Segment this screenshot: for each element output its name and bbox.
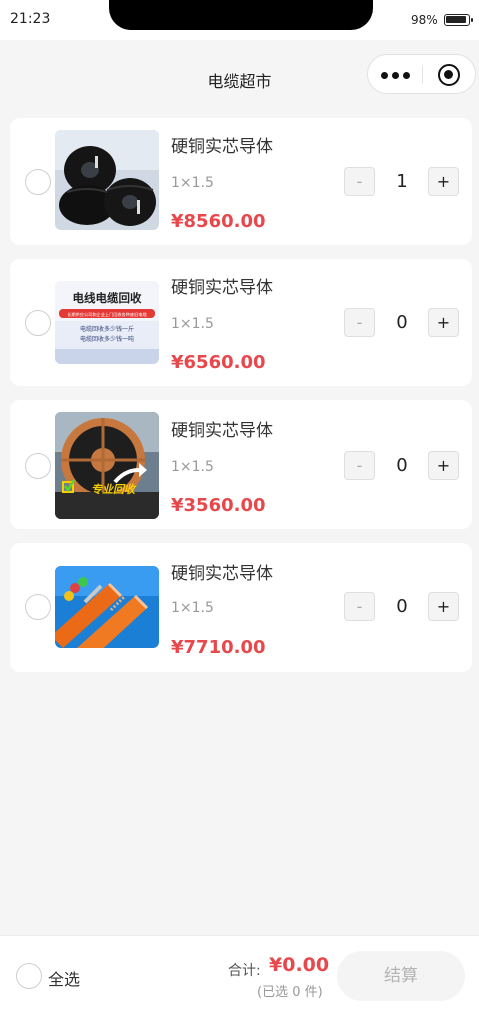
selected-count: (已选 0 件) <box>257 985 323 1000</box>
product-price: ¥8560.00 <box>171 211 266 232</box>
item-select-radio[interactable] <box>25 310 51 336</box>
mini-program-capsule <box>367 54 476 94</box>
select-all-label[interactable]: 全选 <box>48 966 80 990</box>
close-mini-program-icon[interactable] <box>438 64 460 86</box>
product-image[interactable] <box>55 566 159 648</box>
decrease-quantity-button[interactable]: - <box>344 451 375 480</box>
product-spec: 1×1.5 <box>171 600 214 616</box>
product-image[interactable] <box>55 130 159 230</box>
product-title[interactable]: 硬铜实芯导体 <box>171 132 273 157</box>
increase-quantity-button[interactable]: + <box>428 308 459 337</box>
product-image[interactable]: 专业回收 <box>55 412 159 519</box>
increase-quantity-button[interactable]: + <box>428 167 459 196</box>
item-select-radio[interactable] <box>25 453 51 479</box>
notch <box>109 0 373 30</box>
total-price: ¥0.00 <box>269 954 330 976</box>
cart-item: 硬铜实芯导体 1×1.5 ¥8560.00 - 1 + <box>10 118 472 245</box>
increase-quantity-button[interactable]: + <box>428 451 459 480</box>
quantity-value: 0 <box>396 455 408 476</box>
product-price: ¥3560.00 <box>171 495 266 516</box>
navigation-bar: 电缆超市 <box>0 40 479 104</box>
product-price: ¥7710.00 <box>171 637 266 658</box>
total-label: 合计: <box>228 963 261 979</box>
image-headline: 专业回收 <box>91 483 137 496</box>
battery-percent: 98% <box>411 13 438 27</box>
more-icon[interactable] <box>381 68 411 82</box>
product-title[interactable]: 硬铜实芯导体 <box>171 559 273 584</box>
item-select-radio[interactable] <box>25 594 51 620</box>
decrease-quantity-button[interactable]: - <box>344 592 375 621</box>
product-title[interactable]: 硬铜实芯导体 <box>171 273 273 298</box>
image-headline: 电线电缆回收 <box>73 291 142 305</box>
quantity-value: 0 <box>396 312 408 333</box>
quantity-value: 0 <box>396 596 408 617</box>
item-select-radio[interactable] <box>25 169 51 195</box>
status-bar: 21:23 98% <box>0 0 479 40</box>
increase-quantity-button[interactable]: + <box>428 592 459 621</box>
product-title[interactable]: 硬铜实芯导体 <box>171 416 273 441</box>
capsule-divider <box>422 66 423 84</box>
decrease-quantity-button[interactable]: - <box>344 308 375 337</box>
cart-item: 硬铜实芯导体 1×1.5 ¥7710.00 - 0 + <box>10 543 472 672</box>
status-time: 21:23 <box>10 11 51 27</box>
product-price: ¥6560.00 <box>171 352 266 373</box>
cart-item: 电线电缆回收 长期供应公司和企业上门回收各种废旧电缆 电缆回收多少钱一斤 电缆回… <box>10 259 472 386</box>
checkout-button[interactable]: 结算 <box>337 951 465 1001</box>
cart-item: 专业回收 硬铜实芯导体 1×1.5 ¥3560.00 - 0 + <box>10 400 472 529</box>
battery-icon <box>444 14 473 26</box>
product-spec: 1×1.5 <box>171 175 214 191</box>
image-banner: 长期供应公司和企业上门回收各种废旧电缆 <box>67 311 147 318</box>
product-image[interactable]: 电线电缆回收 长期供应公司和企业上门回收各种废旧电缆 电缆回收多少钱一斤 电缆回… <box>55 281 159 364</box>
product-spec: 1×1.5 <box>171 459 214 475</box>
checkout-bar: 全选 合计: ¥0.00 (已选 0 件) 结算 <box>0 935 479 1011</box>
quantity-value: 1 <box>396 171 408 192</box>
decrease-quantity-button[interactable]: - <box>344 167 375 196</box>
product-spec: 1×1.5 <box>171 316 214 332</box>
select-all-radio[interactable] <box>16 963 42 989</box>
image-line1: 电缆回收多少钱一斤 <box>80 325 134 333</box>
image-line2: 电缆回收多少钱一吨 <box>80 335 134 343</box>
cart-list: 硬铜实芯导体 1×1.5 ¥8560.00 - 1 + 电线电缆回收 长期供应公… <box>10 118 472 686</box>
